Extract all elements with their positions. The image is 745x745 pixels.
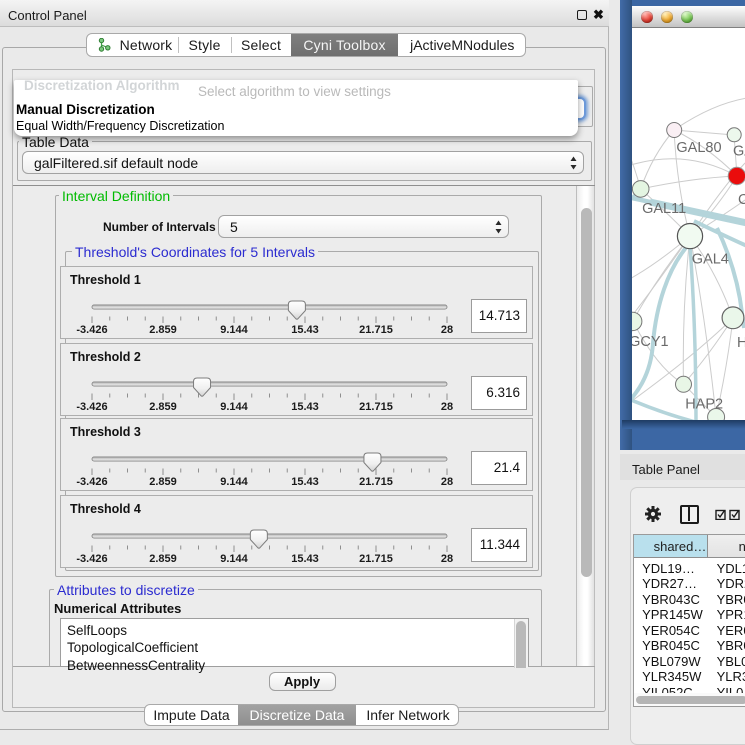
svg-text:HAP2: HAP2 — [685, 397, 723, 413]
svg-text:-3.426: -3.426 — [76, 324, 107, 336]
svg-text:2.859: 2.859 — [149, 476, 177, 488]
svg-text:-3.426: -3.426 — [76, 476, 107, 488]
svg-text:15.43: 15.43 — [291, 401, 319, 413]
svg-text:GAL4: GAL4 — [692, 252, 729, 268]
svg-text:9.144: 9.144 — [220, 476, 248, 488]
svg-text:GA: GA — [733, 144, 745, 160]
svg-text:2.859: 2.859 — [149, 401, 177, 413]
svg-text:28: 28 — [441, 476, 453, 488]
svg-text:21.715: 21.715 — [359, 476, 393, 488]
svg-text:GAL80: GAL80 — [676, 140, 721, 156]
svg-text:15.43: 15.43 — [291, 324, 319, 336]
svg-text:-3.426: -3.426 — [76, 553, 107, 565]
svg-text:15.43: 15.43 — [291, 553, 319, 565]
svg-text:21.715: 21.715 — [359, 324, 393, 336]
svg-text:H: H — [737, 335, 745, 351]
svg-text:2.859: 2.859 — [149, 324, 177, 336]
svg-text:-3.426: -3.426 — [76, 401, 107, 413]
svg-text:28: 28 — [441, 324, 453, 336]
svg-text:9.144: 9.144 — [220, 324, 248, 336]
svg-text:15.43: 15.43 — [291, 476, 319, 488]
svg-text:2.859: 2.859 — [149, 553, 177, 565]
svg-text:28: 28 — [441, 401, 453, 413]
svg-text:C: C — [738, 192, 745, 208]
svg-text:21.715: 21.715 — [359, 401, 393, 413]
svg-text:9.144: 9.144 — [220, 553, 248, 565]
svg-text:21.715: 21.715 — [359, 553, 393, 565]
svg-text:9.144: 9.144 — [220, 401, 248, 413]
svg-text:28: 28 — [441, 553, 453, 565]
svg-text:GAL11: GAL11 — [642, 201, 686, 217]
svg-text:GCY1: GCY1 — [632, 334, 669, 350]
